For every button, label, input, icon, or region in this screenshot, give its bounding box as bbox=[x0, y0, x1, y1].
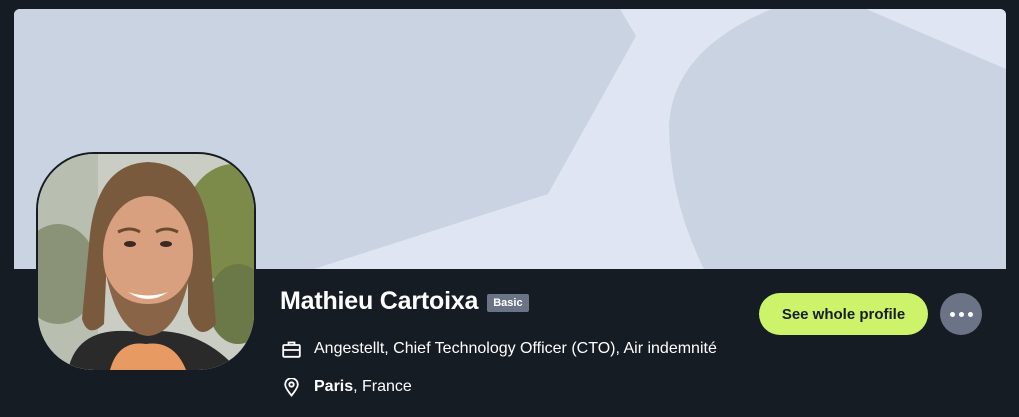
briefcase-icon bbox=[282, 339, 301, 359]
map-pin-icon bbox=[282, 377, 301, 397]
avatar-photo bbox=[38, 154, 254, 370]
profile-name: Mathieu Cartoixa bbox=[280, 287, 479, 315]
job-text: Angestellt, Chief Technology Officer (CT… bbox=[314, 340, 717, 357]
location-separator: , bbox=[353, 378, 363, 395]
location-city: Paris bbox=[314, 378, 354, 395]
name-row: Mathieu Cartoixa Basic bbox=[280, 287, 529, 316]
location-country: France bbox=[362, 378, 412, 395]
more-horizontal-icon bbox=[949, 311, 955, 317]
location-text: Paris, France bbox=[314, 378, 412, 396]
location-row: Paris, France bbox=[282, 377, 412, 397]
membership-badge: Basic bbox=[487, 293, 529, 312]
avatar[interactable] bbox=[38, 154, 254, 370]
more-options-button[interactable] bbox=[940, 293, 982, 335]
more-horizontal-icon bbox=[958, 311, 964, 317]
profile-card: Mathieu Cartoixa Basic Angestellt, Chief… bbox=[0, 0, 1019, 417]
job-row: Angestellt, Chief Technology Officer (CT… bbox=[282, 339, 717, 359]
more-horizontal-icon bbox=[967, 311, 973, 317]
see-whole-profile-button[interactable]: See whole profile bbox=[759, 293, 928, 335]
